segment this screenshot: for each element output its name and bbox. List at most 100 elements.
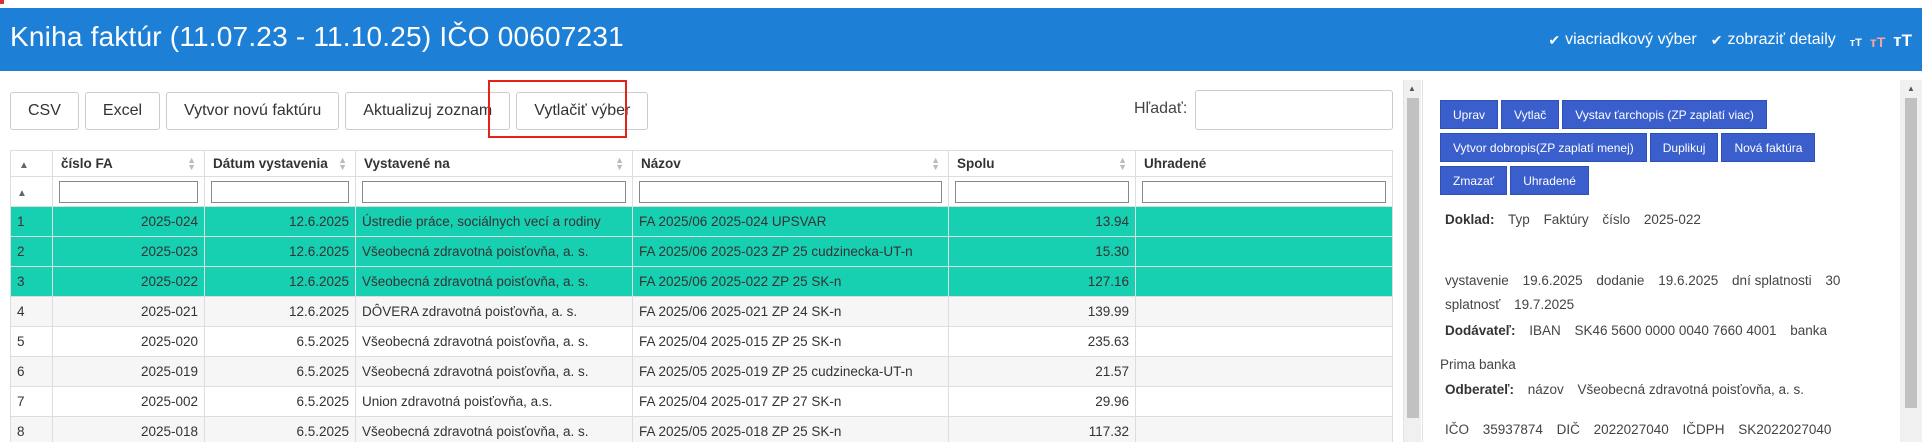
column-header-vystavene[interactable]: Vystavené na ▲ ▼: [355, 150, 633, 177]
cell-uhradene: [1135, 386, 1393, 417]
font-size-medium-icon[interactable]: тТ: [1870, 35, 1885, 49]
delete-button[interactable]: Zmazať: [1440, 166, 1508, 195]
column-header-uhradene[interactable]: Uhradené: [1135, 150, 1393, 177]
dodanie-value: 19.6.2025: [1658, 273, 1719, 288]
scroll-thumb[interactable]: [1905, 98, 1917, 408]
cell-index: 5: [10, 326, 53, 357]
font-size-small-icon[interactable]: тТ: [1850, 37, 1862, 49]
option-show-details-label: zobraziť detaily: [1727, 31, 1836, 48]
filter-input-uhradene[interactable]: [1142, 180, 1386, 203]
cell-index: 1: [10, 206, 53, 237]
edit-button[interactable]: Uprav: [1440, 100, 1499, 129]
cislo-value: 2025-022: [1643, 212, 1701, 227]
cell-nazov: FA 2025/06 2025-024 UPSVAR: [632, 206, 949, 237]
column-header-nazov[interactable]: Názov ▲ ▼: [632, 150, 949, 177]
search-input[interactable]: [1195, 90, 1393, 130]
doklad-label: Doklad:: [1445, 212, 1495, 227]
odberatel-line: Odberateľ: názov Všeobecná zdravotná poi…: [1445, 378, 1885, 402]
red-marker: [0, 0, 4, 4]
table-row[interactable]: 6 2025-019 6.5.2025 Všeobecná zdravotná poi…: [10, 356, 1393, 387]
banka-label: banka: [1790, 323, 1828, 338]
table-row[interactable]: 4 2025-021 12.6.2025 DÔVERA zdravotná poisť…: [10, 296, 1393, 327]
refresh-list-button[interactable]: Aktualizuj zoznam: [345, 92, 511, 130]
table-row[interactable]: 2 2025-023 12.6.2025 Všeobecná zdravotná po…: [10, 236, 1393, 267]
cell-vystavene: Všeobecná zdravotná poisťovňa, a. s.: [355, 326, 633, 357]
font-size-large-icon[interactable]: тТ: [1893, 32, 1912, 49]
cell-datum: 12.6.2025: [204, 266, 356, 297]
cell-vystavene: DÔVERA zdravotná poisťovňa, a. s.: [355, 296, 633, 327]
column-header-index[interactable]: ▲: [10, 150, 53, 177]
iban-value: SK46 5600 0000 0040 7660 4001: [1574, 323, 1777, 338]
table-row[interactable]: 3 2025-022 12.6.2025 Všeobecná zdravotná po…: [10, 266, 1393, 297]
cell-cislo: 2025-023: [52, 236, 205, 267]
table-body: 1 2025-024 12.6.2025 Ústredie práce, sociál…: [10, 206, 1393, 442]
table-row[interactable]: 1 2025-024 12.6.2025 Ústredie práce, sociál…: [10, 206, 1393, 237]
scroll-thumb[interactable]: [1407, 98, 1419, 418]
cell-datum: 6.5.2025: [204, 326, 356, 357]
sort-icon: ▲ ▼: [187, 155, 196, 172]
cell-uhradene: [1135, 266, 1393, 297]
scroll-up-icon[interactable]: ▲: [1907, 84, 1915, 93]
filter-input-cislo[interactable]: [59, 180, 198, 203]
sort-up-icon: ▲: [17, 188, 27, 199]
column-header-datum[interactable]: Dátum vystavenia ▲ ▼: [204, 150, 356, 177]
detail-content: Doklad: Typ Faktúry číslo 2025-022 vysta…: [1440, 208, 1885, 442]
dni-splatnosti-value: 30: [1825, 273, 1841, 288]
option-show-details[interactable]: ✔ zobraziť detaily: [1711, 31, 1836, 49]
cell-index: 3: [10, 266, 53, 297]
column-header-cislo[interactable]: číslo FA ▲ ▼: [52, 150, 205, 177]
cell-nazov: FA 2025/06 2025-022 ZP 25 SK-n: [632, 266, 949, 297]
cell-spolu: 127.16: [948, 266, 1136, 297]
table-row[interactable]: 8 2025-018 6.5.2025 Všeobecná zdravotná poi…: [10, 416, 1393, 442]
cell-vystavene: Všeobecná zdravotná poisťovňa, a. s.: [355, 416, 633, 442]
credit-note-button[interactable]: Vytvor dobropis(ZP zaplatí menej): [1440, 133, 1647, 162]
scroll-up-icon[interactable]: ▲: [1408, 84, 1416, 93]
top-strip: [0, 0, 1922, 8]
table-row[interactable]: 5 2025-020 6.5.2025 Všeobecná zdravotná poi…: [10, 326, 1393, 357]
dic-label: DIČ: [1556, 422, 1580, 437]
cell-spolu: 13.94: [948, 206, 1136, 237]
debit-note-button[interactable]: Vystav ťarchopis (ZP zaplatí viac): [1562, 100, 1767, 129]
splatnost-label: splatnosť: [1445, 297, 1501, 312]
table-row[interactable]: 7 2025-002 6.5.2025 Union zdravotná poisťov…: [10, 386, 1393, 417]
checkmark-icon: ✔: [1710, 31, 1723, 48]
cell-datum: 6.5.2025: [204, 386, 356, 417]
filter-input-vystavene[interactable]: [362, 180, 626, 203]
filter-input-datum[interactable]: [211, 180, 349, 203]
cell-index: 4: [10, 296, 53, 327]
new-invoice-panel-button[interactable]: Nová faktúra: [1721, 133, 1816, 162]
duplicate-button[interactable]: Duplikuj: [1649, 133, 1719, 162]
option-multirow-select[interactable]: ✔ viacriadkový výber: [1548, 31, 1696, 49]
cell-datum: 12.6.2025: [204, 206, 356, 237]
filter-input-spolu[interactable]: [955, 180, 1129, 203]
new-invoice-button[interactable]: Vytvor novú faktúru: [166, 92, 340, 130]
cell-uhradene: [1135, 206, 1393, 237]
cell-nazov: FA 2025/06 2025-023 ZP 25 cudzinecka-UT-…: [632, 236, 949, 267]
cell-spolu: 29.96: [948, 386, 1136, 417]
print-button[interactable]: Vytlač: [1501, 100, 1560, 129]
cell-spolu: 21.57: [948, 356, 1136, 387]
iban-label: IBAN: [1529, 323, 1561, 338]
cell-uhradene: [1135, 296, 1393, 327]
cell-cislo: 2025-024: [52, 206, 205, 237]
font-size-switcher: тТ тТ тТ: [1850, 32, 1912, 49]
nazov-value: Všeobecná zdravotná poisťovňa, a. s.: [1577, 382, 1804, 397]
cell-spolu: 117.32: [948, 416, 1136, 442]
dic-value: 2022027040: [1593, 422, 1669, 437]
page-scrollbar[interactable]: ▲: [1900, 80, 1922, 442]
csv-button[interactable]: CSV: [10, 92, 79, 130]
excel-button[interactable]: Excel: [84, 92, 161, 130]
cell-vystavene: Union zdravotná poisťovňa, a.s.: [355, 386, 633, 417]
table-scrollbar[interactable]: ▲: [1403, 80, 1421, 442]
option-multirow-label: viacriadkový výber: [1565, 31, 1697, 48]
filter-cell: [948, 176, 1136, 207]
splatnost-line: splatnosť 19.7.2025: [1445, 293, 1885, 317]
cell-cislo: 2025-019: [52, 356, 205, 387]
filter-input-nazov[interactable]: [639, 180, 942, 203]
paid-button[interactable]: Uhradené: [1510, 166, 1589, 195]
splatnost-value: 19.7.2025: [1514, 297, 1575, 312]
column-header-spolu[interactable]: Spolu ▲ ▼: [948, 150, 1136, 177]
column-header-label: Uhradené: [1144, 156, 1207, 171]
header-options: ✔ viacriadkový výber ✔ zobraziť detaily …: [1548, 31, 1912, 49]
filter-cell: [355, 176, 633, 207]
